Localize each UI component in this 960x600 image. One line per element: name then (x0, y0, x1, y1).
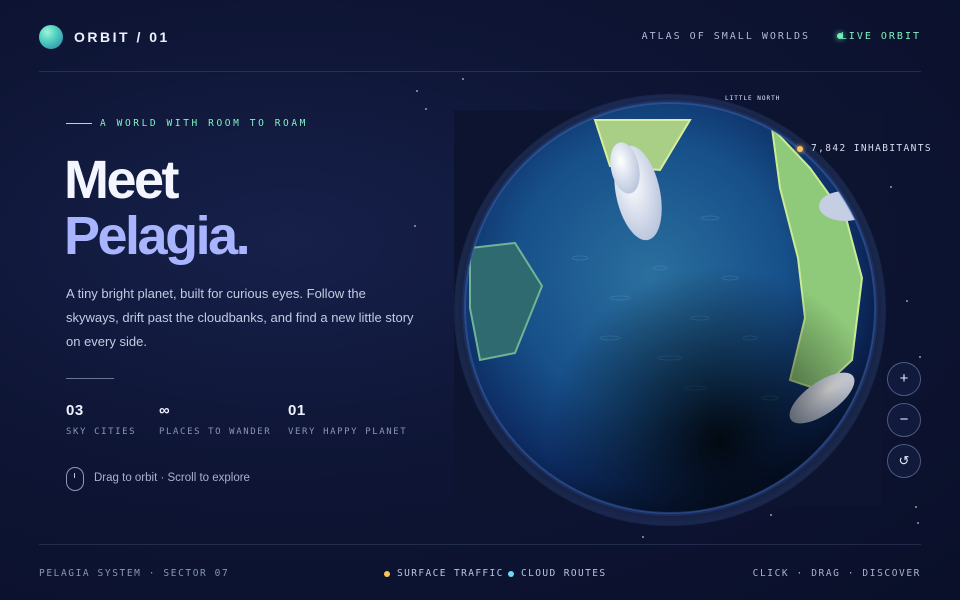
hero-title-line1: Meet (64, 150, 180, 210)
zoom-in-button[interactable]: + (887, 362, 921, 396)
star (890, 186, 892, 188)
stat-value: 01 (288, 402, 306, 419)
star (414, 225, 416, 227)
mouse-icon (66, 467, 84, 491)
stat-label: PLACES TO WANDER (159, 427, 272, 437)
surface-traffic-dot-icon (384, 571, 390, 577)
star (915, 506, 917, 508)
interaction-instructions: CLICK · DRAG · DISCOVER (752, 568, 921, 579)
planet-pelagia[interactable] (460, 98, 880, 518)
star (425, 108, 427, 110)
divider (66, 378, 114, 379)
stat-label: SKY CITIES (66, 427, 137, 437)
bottom-bar: PELAGIA SYSTEM · SECTOR 07 SURFACE TRAFF… (39, 544, 921, 600)
top-bar: ORBIT / 01 ATLAS OF SMALL WORLDS LIVE OR… (39, 0, 921, 72)
legend-cloud-routes[interactable]: CLOUD ROUTES (521, 568, 606, 579)
system-sector-label: PELAGIA SYSTEM · SECTOR 07 (39, 568, 230, 579)
interaction-hint: Drag to orbit · Scroll to explore (94, 472, 250, 484)
stat-sky-cities: 03 SKY CITIES (66, 402, 136, 437)
stat-value: ∞ (159, 402, 171, 419)
inhabitants-count: 7,842 INHABITANTS (811, 143, 933, 154)
stat-places-to-wander: ∞ PLACES TO WANDER (159, 402, 271, 437)
zoom-out-button[interactable]: − (887, 403, 921, 437)
eyebrow-line (66, 123, 92, 124)
star (919, 356, 921, 358)
hero-description: A tiny bright planet, built for curious … (66, 286, 414, 349)
cloud-routes-dot-icon (508, 571, 514, 577)
star (906, 300, 908, 302)
star (462, 78, 464, 80)
inhabitants-dot-icon (797, 146, 803, 152)
logo-orb-icon[interactable] (39, 25, 63, 49)
stat-happy-planet: 01 VERY HAPPY PLANET (288, 402, 407, 437)
star (642, 536, 644, 538)
star (416, 90, 418, 92)
stat-label: VERY HAPPY PLANET (288, 427, 408, 437)
live-orbit-status[interactable]: LIVE ORBIT (841, 31, 921, 42)
star (917, 522, 919, 524)
hero-title-line2: Pelagia. (64, 206, 251, 266)
north-region-label: LITTLE NORTH (725, 95, 781, 102)
eyebrow-text: A WORLD WITH ROOM TO ROAM (100, 118, 308, 129)
reset-view-button[interactable]: ↺ (887, 444, 921, 478)
stat-value: 03 (66, 402, 84, 419)
legend-surface-traffic[interactable]: SURFACE TRAFFIC (397, 568, 504, 579)
nav-atlas-link[interactable]: ATLAS OF SMALL WORLDS (642, 31, 810, 42)
brand-title[interactable]: ORBIT / 01 (74, 29, 170, 45)
